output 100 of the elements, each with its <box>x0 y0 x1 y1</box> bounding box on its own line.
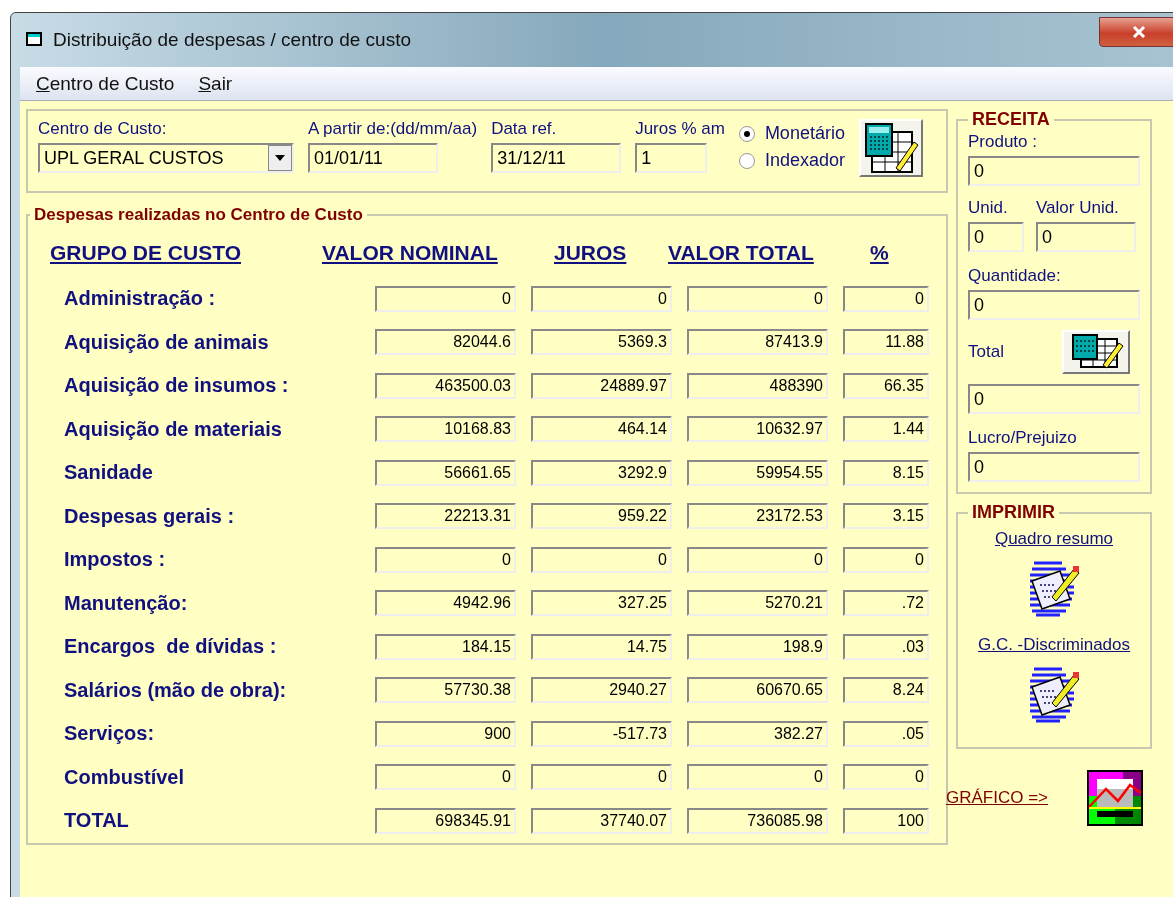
input-field[interactable]: 01/01/11 <box>308 143 438 173</box>
field-label: Unid. <box>968 198 1009 218</box>
field-label: Lucro/Prejuizo <box>968 428 1078 448</box>
field-label: Data ref. <box>491 119 558 139</box>
line-chart-icon[interactable] <box>1086 769 1144 827</box>
field-label: Produto : <box>968 132 1038 152</box>
cost-group-label: Administração : <box>63 287 217 311</box>
value-field: 10632.97 <box>687 416 828 443</box>
radio-button[interactable] <box>738 152 755 169</box>
value-field: 464.14 <box>531 416 672 443</box>
value-field: 198.9 <box>687 633 828 660</box>
value-field: 66.35 <box>843 372 929 399</box>
value-field: 10168.83 <box>375 416 516 443</box>
value-field: 82044.6 <box>375 329 516 356</box>
value-field: 0 <box>843 764 929 791</box>
value-field: 4942.96 <box>375 590 516 617</box>
input-field[interactable]: 0 <box>968 452 1140 482</box>
cost-group-label: Sanidade <box>63 461 154 485</box>
value-field: 59954.55 <box>687 459 828 486</box>
value-field: 0 <box>531 285 672 312</box>
column-header: % <box>870 241 889 265</box>
value-field: 8.15 <box>843 459 929 486</box>
cost-group-label: Aquisição de materiais <box>63 417 283 441</box>
menu-item[interactable]: Centro de Custo <box>36 72 175 95</box>
value-field: 5369.3 <box>531 329 672 356</box>
value-field: 463500.03 <box>375 372 516 399</box>
value-field: 0 <box>687 546 828 573</box>
value-field: .03 <box>843 633 929 660</box>
input-field[interactable]: 0 <box>968 156 1140 186</box>
close-icon <box>1132 26 1146 38</box>
radio-label[interactable]: Monetário <box>764 123 845 144</box>
menu-item[interactable]: Sair <box>198 72 233 95</box>
radio-button[interactable] <box>738 125 755 142</box>
value-field: 22213.31 <box>375 503 516 530</box>
input-field[interactable]: 0 <box>968 290 1140 320</box>
value-field: 37740.07 <box>531 807 672 834</box>
window-title: Distribuição de despesas / centro de custo <box>53 29 412 51</box>
column-header: GRUPO DE CUSTO <box>50 241 242 265</box>
field-label: Centro de Custo: <box>38 119 168 139</box>
cost-group-label: Serviços: <box>63 722 156 746</box>
column-header: VALOR TOTAL <box>668 241 815 265</box>
cost-group-label: Encargos de dívidas : <box>63 635 278 659</box>
field-label: A partir de:(dd/mm/aa) <box>308 119 478 139</box>
value-field: 3292.9 <box>531 459 672 486</box>
value-field: 2940.27 <box>531 677 672 704</box>
value-field: 736085.98 <box>687 807 828 834</box>
value-field: 57730.38 <box>375 677 516 704</box>
panel-title: Despesas realizadas no Centro de Custo <box>33 205 364 225</box>
value-field: 184.15 <box>375 633 516 660</box>
input-field[interactable]: 0 <box>1036 222 1136 252</box>
cost-group-label: Aquisição de animais <box>63 330 270 354</box>
panel-title: IMPRIMIR <box>971 502 1056 523</box>
cost-group-label: Aquisição de insumos : <box>63 374 290 398</box>
value-field: -517.73 <box>531 720 672 747</box>
cost-group-label: Combustível <box>63 765 186 789</box>
value-field: .05 <box>843 720 929 747</box>
field-label: Valor Unid. <box>1036 198 1120 218</box>
calculate-button[interactable] <box>1062 330 1130 374</box>
input-field[interactable]: 31/12/11 <box>491 143 622 173</box>
close-button[interactable] <box>1099 17 1173 47</box>
field-label: Total <box>968 342 1004 362</box>
chart-link[interactable]: GRÁFICO => <box>946 788 1049 808</box>
value-field: 0 <box>687 764 828 791</box>
cost-group-label: TOTAL <box>63 809 130 833</box>
value-field: 698345.91 <box>375 807 516 834</box>
cost-group-label: Impostos : <box>63 548 167 572</box>
value-field: .72 <box>843 590 929 617</box>
value-field: 382.27 <box>687 720 828 747</box>
value-field: 60670.65 <box>687 677 828 704</box>
value-field: 24889.97 <box>531 372 672 399</box>
input-field[interactable]: 0 <box>968 222 1024 252</box>
caret-icon <box>275 155 285 161</box>
value-field: 56661.65 <box>375 459 516 486</box>
value-field: 0 <box>375 285 516 312</box>
input-field[interactable]: 1 <box>635 143 708 173</box>
cost-group-label: Despesas gerais : <box>63 504 236 528</box>
value-field: 959.22 <box>531 503 672 530</box>
value-field: 100 <box>843 807 929 834</box>
value-field: 327.25 <box>531 590 672 617</box>
cost-group-label: Manutenção: <box>63 591 189 615</box>
input-field[interactable]: 0 <box>968 384 1140 414</box>
cost-center-dropdown[interactable]: UPL GERAL CUSTOS <box>38 143 294 173</box>
value-field: 23172.53 <box>687 503 828 530</box>
value-field: 0 <box>531 764 672 791</box>
field-label: Quantidade: <box>968 266 1062 286</box>
value-field: 488390 <box>687 372 828 399</box>
value-field: 0 <box>531 546 672 573</box>
value-field: 0 <box>687 285 828 312</box>
print-link[interactable]: G.C. -Discriminados <box>977 635 1131 655</box>
field-label: Juros % am <box>635 119 725 139</box>
window-icon <box>25 31 45 49</box>
radio-label[interactable]: Indexador <box>764 150 845 171</box>
calculate-button[interactable] <box>858 119 923 177</box>
value-field: 1.44 <box>843 416 929 443</box>
cost-group-label: Salários (mão de obra): <box>63 678 288 702</box>
value-field: 0 <box>843 546 929 573</box>
value-field: 3.15 <box>843 503 929 530</box>
print-link[interactable]: Quadro resumo <box>994 529 1114 549</box>
value-field: 0 <box>375 546 516 573</box>
column-header: JUROS <box>554 241 628 265</box>
